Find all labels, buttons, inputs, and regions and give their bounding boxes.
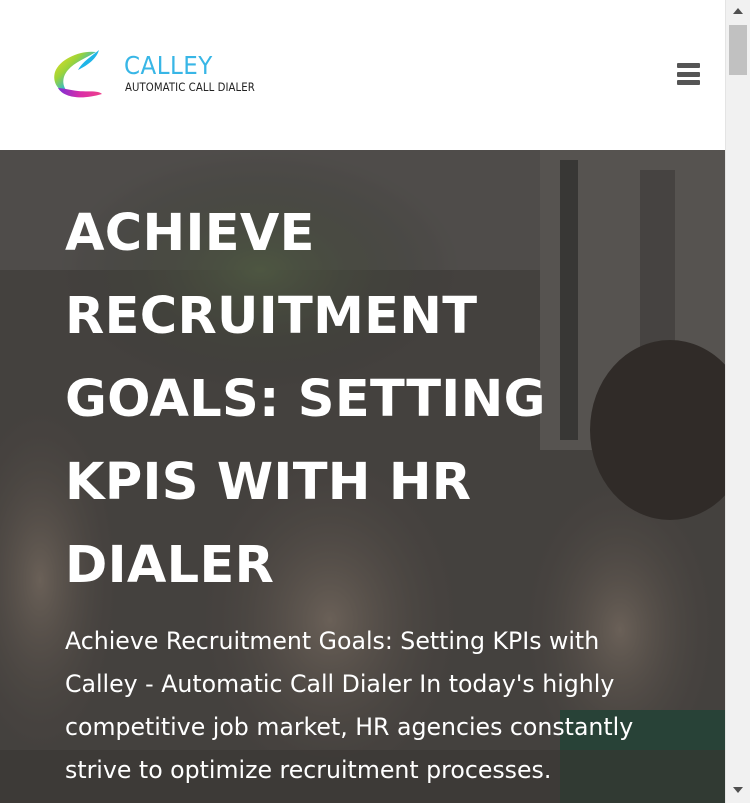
hamburger-menu-icon[interactable] [677, 63, 701, 89]
brand-name: CALLEY [124, 51, 213, 80]
page: CALLEY AUTOMATIC CALL DIALER ACHIEVE REC… [0, 0, 725, 803]
scroll-down-arrow-icon[interactable] [733, 787, 743, 793]
scroll-thumb[interactable] [729, 25, 747, 75]
menu-bar [677, 80, 700, 85]
scroll-up-arrow-icon[interactable] [733, 8, 743, 14]
hero-title: ACHIEVE RECRUITMENT GOALS: SETTING KPIS … [65, 204, 546, 595]
hero-description: Achieve Recruitment Goals: Setting KPIs … [65, 627, 634, 784]
logo-link[interactable]: CALLEY AUTOMATIC CALL DIALER [52, 48, 272, 104]
hero-section: ACHIEVE RECRUITMENT GOALS: SETTING KPIS … [0, 150, 725, 803]
site-header: CALLEY AUTOMATIC CALL DIALER [0, 0, 725, 150]
vertical-scrollbar[interactable] [725, 0, 750, 803]
brand-tagline: AUTOMATIC CALL DIALER [125, 80, 255, 94]
calley-logo-icon [54, 50, 102, 98]
menu-bar [677, 71, 700, 77]
menu-bar [677, 63, 700, 68]
